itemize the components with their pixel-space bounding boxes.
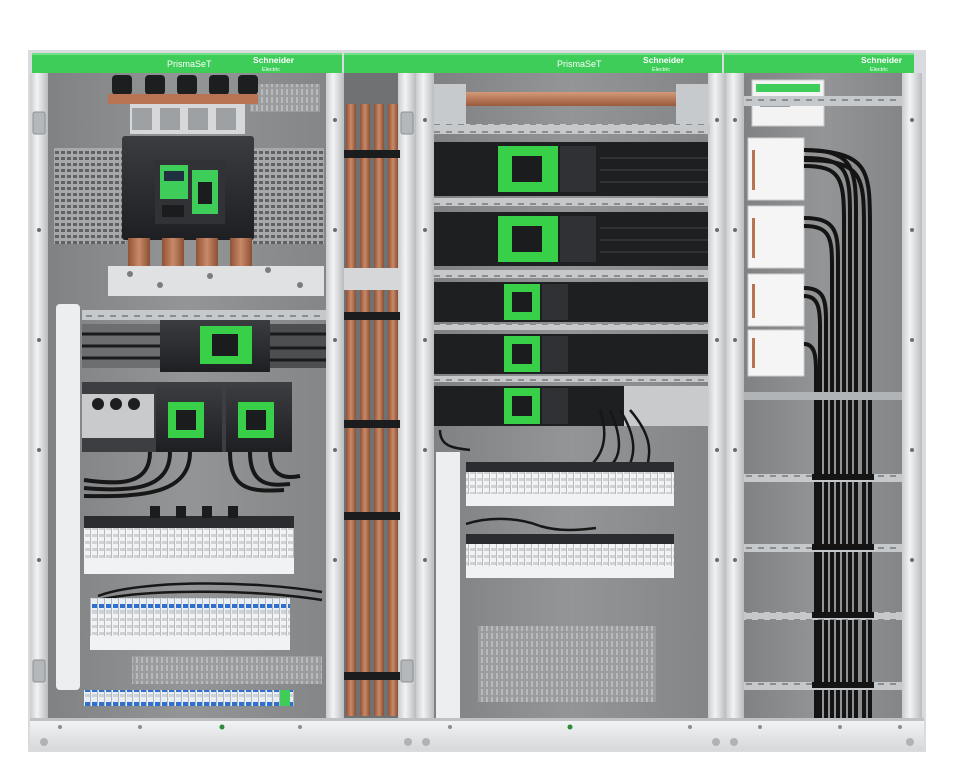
feeder-breaker-3: [434, 282, 708, 322]
horizontal-busbar: [460, 92, 682, 106]
brand-logo-3-line1: Schneider: [861, 55, 903, 65]
incomer-compact-breakers: [82, 382, 292, 452]
main-circuit-breaker: [122, 136, 254, 240]
feeder-breaker-2: [434, 212, 708, 266]
product-label-2: PrismaSeT: [557, 59, 602, 69]
feeder-terminal-row-1: [466, 462, 674, 506]
incomer-section: [54, 75, 326, 706]
breaker-trip-unit: [160, 165, 188, 199]
brand-logo-2-line1: Schneider: [643, 55, 685, 65]
base-plinth: [30, 718, 924, 750]
feeder-breaker-4: [434, 334, 708, 374]
incomer-feeder-breaker-row: [82, 320, 326, 372]
header-strip-2: PrismaSeT Schneider Electric: [344, 53, 722, 73]
vertical-trunking-feeder: [436, 452, 460, 718]
vent-panel-right: [252, 148, 324, 244]
brand-logo-3-line2: Electric: [870, 67, 888, 73]
feeder-breaker-5: [434, 386, 708, 426]
feeder-terminal-row-2: [466, 534, 674, 578]
brand-logo-2-line2: Electric: [652, 67, 670, 73]
incomer-terminal-row-2: [90, 598, 290, 650]
header-strip-3: Schneider Electric: [724, 53, 914, 73]
vent-panel-left: [54, 148, 126, 244]
brand-logo-1-line2: Electric: [262, 67, 280, 73]
brand-logo-1-line1: Schneider: [253, 55, 295, 65]
switchboard-illustration: PrismaSeT Schneider Electric PrismaSeT S…: [28, 50, 926, 752]
feeder-breaker-1: [434, 142, 708, 196]
junction-boxes: [747, 137, 805, 377]
vertical-trunking-left: [56, 304, 80, 690]
header-strip-1: PrismaSeT Schneider Electric: [32, 53, 342, 73]
incomer-bottom-terminals: [84, 690, 294, 706]
incomer-terminal-row-1: [84, 506, 294, 574]
product-label-1: PrismaSeT: [167, 59, 212, 69]
